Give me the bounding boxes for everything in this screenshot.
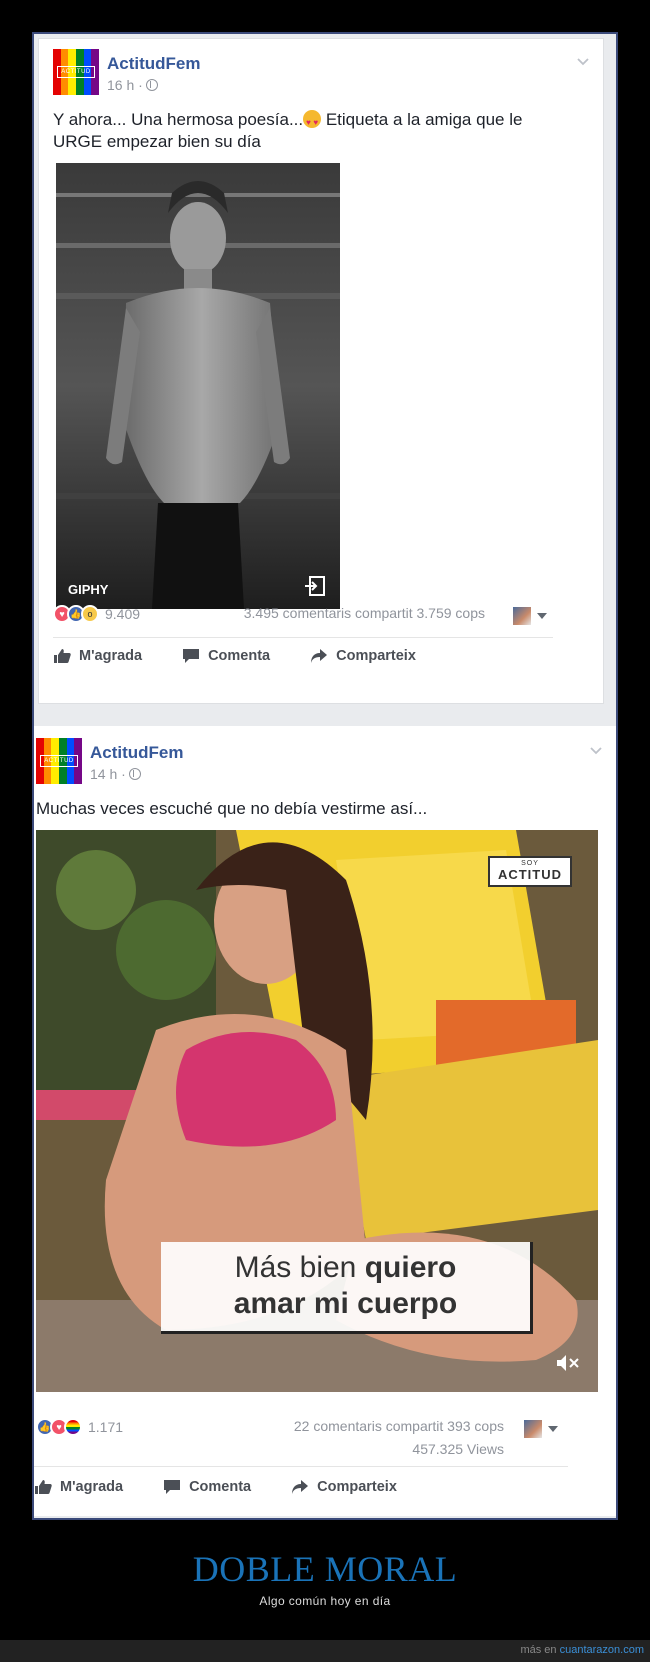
page-name-link[interactable]: ActitudFem [107,54,201,74]
share-arrow-icon [311,649,328,663]
thumbs-up-icon [54,649,71,663]
mute-icon[interactable] [556,1354,580,1372]
footer-text: más en cuantarazon.com [520,1644,644,1656]
like-label: M'agrada [60,1479,124,1495]
view-count: 457.325 Views [412,1441,504,1457]
reactions-summary[interactable]: 👍 ♥ 1.171 [36,1418,123,1436]
badge-text: ACTITUD [497,867,562,882]
post-message: Muchas veces escuché que no debía vestir… [36,799,428,818]
chevron-down-icon[interactable] [577,53,589,66]
footer-bar: más en cuantarazon.com [0,1640,650,1662]
reaction-count: 9.409 [105,606,141,622]
post-message: Y ahora... Una hermosa poesía... Etiquet… [53,109,553,153]
share-label: Comparteix [336,648,416,664]
caption-bold-text: quiero [364,1251,457,1284]
share-button[interactable]: Comparteix [291,1479,397,1495]
gif-photo [56,163,340,609]
globe-icon [128,768,141,780]
share-button[interactable]: Comparteix [310,648,416,664]
share-as-selector[interactable] [513,607,547,625]
pride-reaction-icon [64,1418,82,1436]
badge-small-text: SOY [521,860,539,867]
post-actions: M'agrada Comenta Comparteix [53,637,553,664]
logo-text: ACTITUD [57,66,95,78]
page-title: DOBLE MORAL [192,1549,458,1589]
reactions-summary[interactable]: ♥ 👍 o 9.409 [53,605,140,623]
page-logo[interactable]: ACTITUD [53,49,99,95]
share-label: Comparteix [317,1479,397,1495]
post-1: ACTITUD ActitudFem 16 h · Y ahora... Una… [38,38,604,704]
logo-text: ACTITUD [40,755,78,767]
site-link[interactable]: cuantarazon.com [560,1644,644,1656]
page-subtitle: Algo común hoy en día [259,1594,391,1608]
footer-prefix: más en [520,1644,560,1656]
heart-eyes-emoji-icon [303,110,322,134]
post-time[interactable]: 14 h · [90,766,126,782]
caption-line-2: amar mi cuerpo [233,1287,458,1320]
comment-label: Comenta [208,648,271,664]
like-label: M'agrada [79,648,143,664]
thumbs-up-icon [35,1480,52,1494]
share-as-selector[interactable] [524,1420,558,1438]
post-2: ACTITUD ActitudFem 14 h · Muchas veces e… [34,726,616,1516]
video-media[interactable]: SOY ACTITUD Más bien quiero amar mi cuer… [36,830,598,1392]
video-caption: Más bien quiero amar mi cuerpo [161,1242,533,1334]
avatar [513,607,531,625]
reaction-count: 1.171 [88,1419,124,1435]
gif-media[interactable]: GIPHY [56,163,340,609]
screenshot-frame: ACTITUD ActitudFem 16 h · Y ahora... Una… [32,32,618,1520]
post-actions: M'agrada Comenta Comparteix [34,1466,568,1495]
comment-icon [164,1480,181,1494]
share-arrow-icon [292,1480,309,1494]
comment-button[interactable]: Comenta [182,648,270,664]
page-logo[interactable]: ACTITUD [36,738,82,784]
caret-down-icon [537,613,547,619]
like-button[interactable]: M'agrada [53,648,142,664]
giphy-label: GIPHY [68,582,109,597]
caption-text: Más bien [234,1251,365,1284]
message-text: Y ahora... Una hermosa poesía... [53,110,304,129]
post-time[interactable]: 16 h · [107,77,143,93]
comment-label: Comenta [189,1479,252,1495]
caret-down-icon [548,1426,558,1432]
post-meta: 16 h · [107,77,158,93]
comment-button[interactable]: Comenta [163,1479,251,1495]
post-meta: 14 h · [90,766,141,782]
like-button[interactable]: M'agrada [34,1479,123,1495]
wow-reaction-icon: o [81,605,99,623]
page-name-link[interactable]: ActitudFem [90,743,184,763]
open-link-icon[interactable] [304,575,326,597]
chevron-down-icon[interactable] [590,742,602,755]
avatar [524,1420,542,1438]
comment-icon [183,649,200,663]
post-stats[interactable]: 3.495 comentaris compartit 3.759 cops [239,605,485,621]
globe-icon [145,79,158,91]
soy-actitud-badge: SOY ACTITUD [487,856,572,887]
post-stats[interactable]: 22 comentaris compartit 393 cops [254,1418,504,1434]
